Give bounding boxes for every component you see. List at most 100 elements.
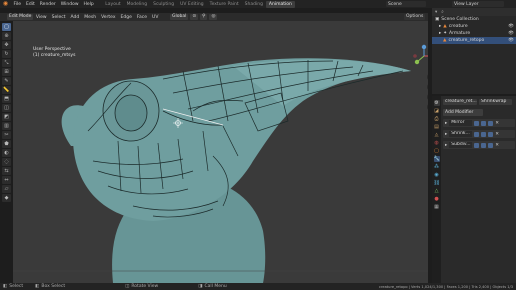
shrink-fatten-icon[interactable]: ⇔ [2,176,11,184]
expand-arrow-icon[interactable]: ▸ [445,132,447,137]
blender-logo-icon[interactable]: ◉ [2,1,9,7]
viewport-toggle-icon[interactable] [481,131,487,137]
zoom-icon[interactable]: ⌕ [427,73,428,81]
menu-vertex[interactable]: Vertex [99,15,118,20]
edit-mode-toggle-icon[interactable] [474,120,480,126]
expand-arrow-icon[interactable]: ▸ [439,24,441,29]
add-modifier-button[interactable]: Add Modifier [443,109,483,116]
constraints-tab-icon[interactable]: ⛓ [434,180,440,186]
edit-mode-toggle-icon[interactable] [474,142,480,148]
pan-icon[interactable]: ✋ [427,83,428,91]
options-dropdown[interactable]: Options [404,14,426,20]
menu-help[interactable]: Help [81,2,96,7]
tab-modeling[interactable]: Modeling [124,1,150,8]
navigation-gizmo-icon[interactable] [411,43,428,69]
menu-face[interactable]: Face [134,15,149,20]
extrude-icon[interactable]: ⬒ [2,95,11,103]
outliner-row-scene-collection[interactable]: ▣ Scene Collection [432,16,516,23]
close-icon[interactable]: ✕ [495,121,499,126]
menu-view[interactable]: View [33,15,49,20]
move-icon[interactable]: ✥ [2,41,11,49]
render-tab-icon[interactable]: ◪ [434,108,440,114]
physics-tab-icon[interactable]: ◉ [434,172,440,178]
modifier-name-field[interactable]: Shrinkwrap [479,99,512,105]
expand-arrow-icon[interactable]: ▸ [445,143,447,148]
tab-animation[interactable]: Animation [265,0,295,8]
menu-file[interactable]: File [11,2,24,7]
modifier-subdivision[interactable]: ▸ Subdiv... ✕ [443,141,515,149]
outliner-row-creature-retopo[interactable]: ▲ creature_retopo 👁 [432,37,516,44]
scene-tab-icon[interactable]: ◬ [434,132,440,138]
viewport-toggle-icon[interactable] [481,120,487,126]
rip-icon[interactable]: ◆ [2,194,11,202]
mode-dropdown[interactable]: Edit Mode [7,14,34,20]
view-layer-tab-icon[interactable]: ▤ [434,124,440,130]
scale-icon[interactable]: ⤡ [2,59,11,67]
tab-texture-paint[interactable]: Texture Paint [207,1,242,8]
expand-arrow-icon[interactable]: ▸ [439,31,441,36]
modifier-tab-icon[interactable]: 🔧 [433,156,440,162]
select-box-icon[interactable]: ▢ [2,23,11,31]
data-tab-icon[interactable]: △ [434,188,440,194]
rotate-icon[interactable]: ↻ [2,50,11,58]
edge-slide-icon[interactable]: ⇆ [2,167,11,175]
particles-tab-icon[interactable]: ⁂ [434,164,440,170]
viewport-toggle-icon[interactable] [481,142,487,148]
menu-render[interactable]: Render [37,2,58,7]
material-tab-icon[interactable]: ● [434,196,440,202]
output-tab-icon[interactable]: ⎙ [434,116,440,122]
measure-icon[interactable]: 📏 [2,86,11,94]
menu-edge[interactable]: Edge [118,15,134,20]
scene-selector[interactable]: Scene [386,1,426,7]
close-icon[interactable]: ✕ [495,132,499,137]
spin-icon[interactable]: ◐ [2,149,11,157]
object-tab-icon[interactable]: ▢ [434,148,440,154]
world-tab-icon[interactable]: ◍ [434,140,440,146]
texture-tab-icon[interactable]: ▦ [434,204,440,210]
proportional-edit-icon[interactable]: ◎ [209,14,218,20]
tab-uv-editing[interactable]: UV Editing [177,1,206,8]
close-icon[interactable]: ✕ [495,143,499,148]
poly-build-icon[interactable]: ⬟ [2,140,11,148]
render-toggle-icon[interactable] [488,120,494,126]
tool-tab-icon[interactable]: ⚙ [433,100,440,106]
outliner-row-armature[interactable]: ▸ ✦ Armature 👁 [432,30,516,37]
knife-icon[interactable]: ✂ [2,131,11,139]
tab-shading[interactable]: Shading [242,1,266,8]
bevel-icon[interactable]: ◩ [2,113,11,121]
orientation-dropdown[interactable]: Global [170,14,189,20]
inset-icon[interactable]: ◫ [2,104,11,112]
menu-mesh[interactable]: Mesh [82,15,99,20]
modifier-name[interactable]: Mirror [449,120,473,126]
view-layer-selector[interactable]: View Layer [452,1,504,7]
visibility-eye-icon[interactable]: 👁 [508,38,514,43]
expand-arrow-icon[interactable]: ▸ [445,121,447,126]
outliner-filter-icon[interactable]: ▾ [435,10,437,15]
snap-icon[interactable]: ⚲ [200,14,208,20]
menu-add[interactable]: Add [68,15,82,20]
cursor-icon[interactable]: ⊕ [2,32,11,40]
menu-window[interactable]: Window [58,2,81,7]
modifier-shrinkwrap[interactable]: ▸ Shrink... ✕ [443,130,515,138]
tab-sculpting[interactable]: Sculpting [150,1,177,8]
menu-select[interactable]: Select [49,15,68,20]
3d-viewport[interactable]: User Perspective (1) creature_mtsys ⌕ ✋ … [13,21,428,283]
edit-mode-toggle-icon[interactable] [474,131,480,137]
camera-view-icon[interactable]: ⎘ [427,93,428,101]
pivot-icon[interactable]: ⊙ [190,14,199,20]
modifier-mirror[interactable]: ▸ Mirror ✕ [443,119,515,127]
transform-icon[interactable]: ⊞ [2,68,11,76]
loop-cut-icon[interactable]: ▥ [2,122,11,130]
render-toggle-icon[interactable] [488,142,494,148]
object-name-field[interactable]: creature_ret... [443,99,477,105]
ortho-toggle-icon[interactable]: ▦ [427,103,428,111]
menu-edit[interactable]: Edit [24,2,38,7]
visibility-eye-icon[interactable]: 👁 [508,24,514,29]
modifier-name[interactable]: Subdiv... [449,142,473,148]
tab-layout[interactable]: Layout [102,1,123,8]
outliner-search-icon[interactable]: ⌕ [441,9,444,15]
render-toggle-icon[interactable] [488,131,494,137]
outliner-row-creature[interactable]: ▸ ▲ creature 👁 [432,23,516,30]
modifier-name[interactable]: Shrink... [449,131,473,137]
annotate-icon[interactable]: ✎ [2,77,11,85]
